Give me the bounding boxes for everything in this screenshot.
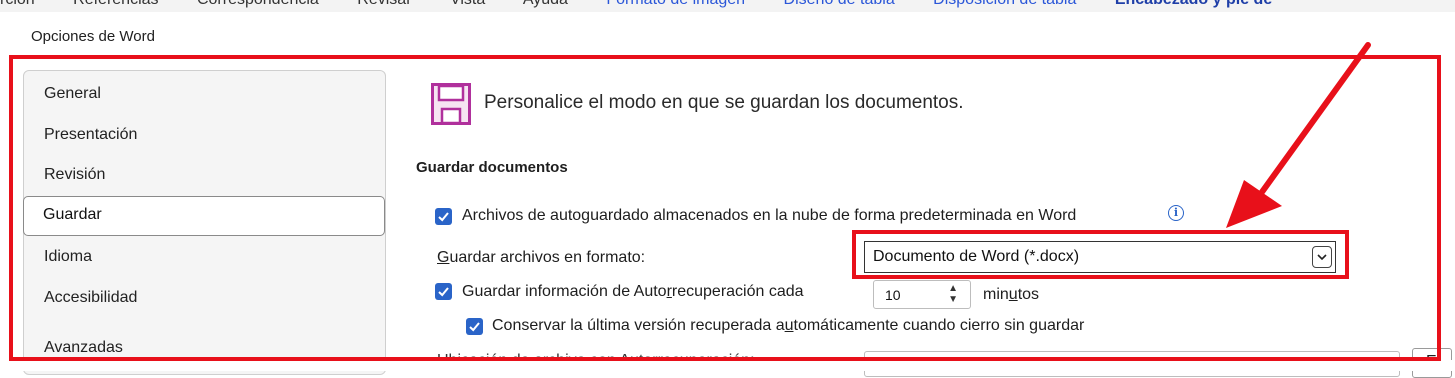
- ribbon-tab[interactable]: Vista: [450, 0, 485, 8]
- ribbon-contextual-tab[interactable]: Disposición de tabla: [933, 0, 1076, 8]
- dialog-title: Opciones de Word: [31, 28, 155, 45]
- outer-highlight-frame: [9, 55, 1441, 361]
- left-edge: [0, 12, 9, 371]
- ribbon-tabs: rción Referencias Correspondencia Revisa…: [0, 0, 1306, 9]
- ribbon-contextual-tab[interactable]: Diseño de tabla: [784, 0, 895, 8]
- ribbon-tab[interactable]: Correspondencia: [197, 0, 319, 8]
- ribbon-tab[interactable]: rción: [0, 0, 35, 8]
- bottom-mask: [9, 360, 1455, 371]
- ribbon-tab[interactable]: Ayuda: [523, 0, 568, 8]
- ribbon-strip: rción Referencias Correspondencia Revisa…: [0, 0, 1455, 12]
- ribbon-tab[interactable]: Revisar: [357, 0, 411, 8]
- ribbon-contextual-tab[interactable]: Encabezado y pie de: [1115, 0, 1272, 8]
- ribbon-contextual-tab[interactable]: Formato de imagen: [606, 0, 745, 8]
- ribbon-tab[interactable]: Referencias: [73, 0, 158, 8]
